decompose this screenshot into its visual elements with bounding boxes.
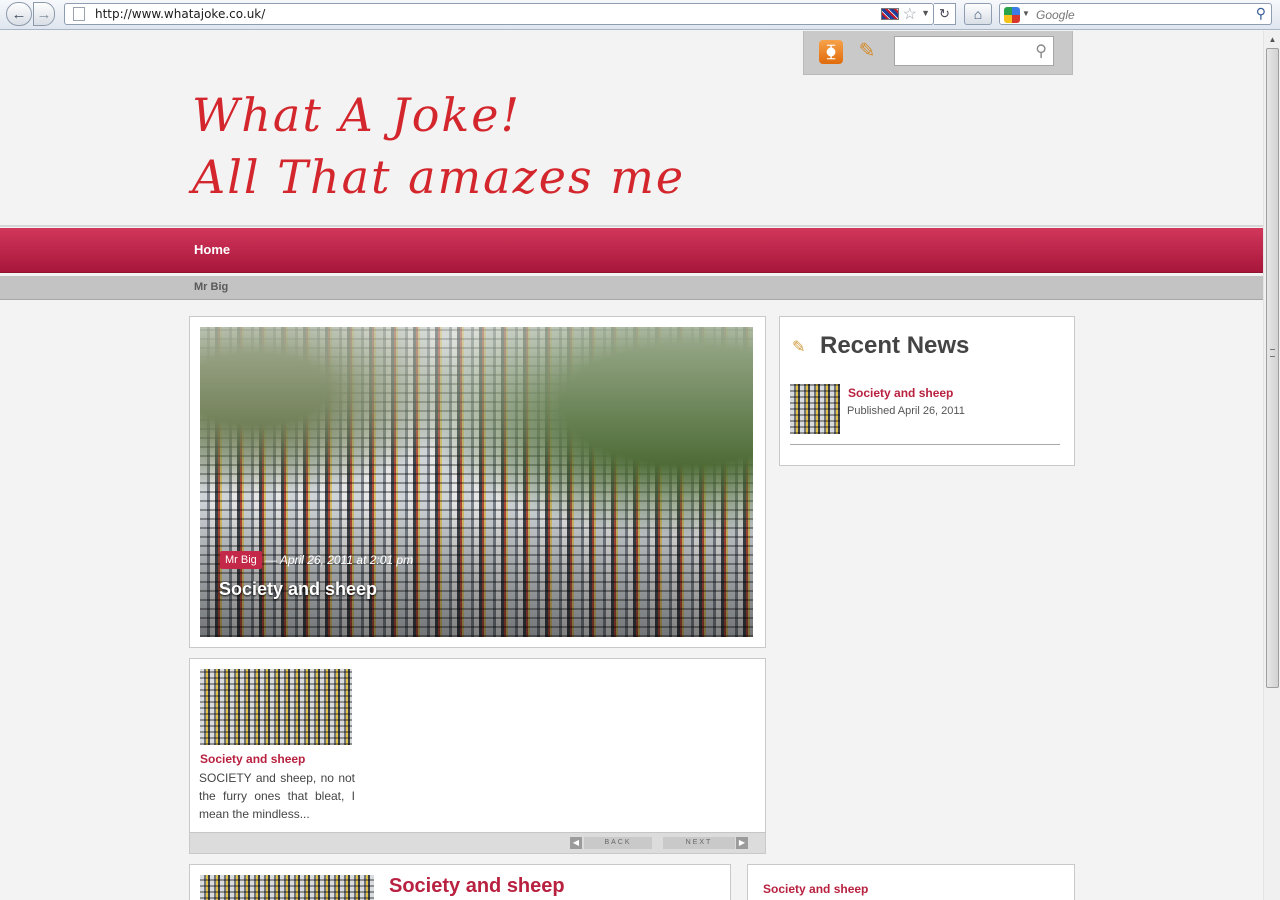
recent-post-link[interactable]: Society and sheep — [848, 386, 953, 400]
back-arrow-icon: ← — [11, 5, 27, 23]
chevron-down-icon[interactable]: ▼ — [1022, 9, 1030, 18]
forward-button[interactable]: → — [33, 2, 55, 26]
post-thumbnail[interactable] — [790, 384, 840, 434]
featured-image[interactable]: Mr Big — April 26, 2011 at 2:01 pm Socie… — [200, 327, 753, 637]
write-note-icon[interactable]: ✎ — [854, 38, 880, 64]
next-button[interactable]: NEXT — [663, 837, 735, 849]
post-thumbnail[interactable] — [200, 875, 374, 900]
featured-title[interactable]: Society and sheep — [219, 579, 377, 600]
widget-divider — [790, 444, 1060, 445]
home-icon: ⌂ — [973, 6, 983, 22]
browser-search-box[interactable]: ▼ Google ⚲ — [999, 3, 1272, 25]
chevron-right-icon[interactable]: ▶ — [736, 837, 748, 849]
site-title[interactable]: What A Joke! — [192, 88, 521, 142]
write-note-icon: ✎ — [792, 339, 806, 356]
scroll-up-icon[interactable]: ▲ — [1264, 31, 1280, 48]
post-heading[interactable]: Society and sheep — [389, 875, 565, 898]
bookmark-star-icon[interactable]: ☆ — [903, 4, 917, 24]
rss-icon[interactable]: ⧳ — [819, 40, 843, 64]
scrollbar-thumb[interactable] — [1266, 48, 1279, 688]
widget-post-link[interactable]: Society and sheep — [763, 882, 868, 896]
forward-arrow-icon: → — [36, 5, 52, 23]
post-thumbnail[interactable] — [200, 669, 352, 745]
back-button[interactable]: BACK — [584, 837, 652, 849]
recent-news-widget: ✎ Recent News Society and sheep Publishe… — [779, 316, 1075, 466]
image-haze — [200, 327, 753, 467]
address-bar[interactable]: http://www.whatajoke.co.uk/ ☆ ▼ — [64, 3, 934, 25]
featured-post: Mr Big — April 26, 2011 at 2:01 pm Socie… — [189, 316, 766, 648]
site-tagline: All That amazes me — [192, 150, 686, 204]
back-button[interactable]: ← — [6, 2, 32, 26]
chevron-down-icon[interactable]: ▼ — [921, 8, 930, 18]
browser-toolbar: ← → http://www.whatajoke.co.uk/ ☆ ▼ ↻ ⌂ … — [0, 0, 1280, 30]
page-scrollbar[interactable]: ▲ — [1263, 31, 1280, 900]
widget-title: Recent News — [820, 332, 970, 359]
nav-item-home[interactable]: Home — [194, 242, 230, 257]
reload-icon: ↻ — [939, 6, 950, 21]
home-button[interactable]: ⌂ — [964, 3, 992, 25]
sub-nav: Mr Big — [0, 276, 1263, 300]
header-tools: ⧳ ✎ ⚲ — [803, 31, 1073, 75]
post-title-link[interactable]: Society and sheep — [200, 752, 305, 766]
slider-controls: ◀ BACK NEXT ▶ — [190, 832, 765, 853]
search-icon[interactable]: ⚲ — [1035, 41, 1047, 61]
chevron-left-icon[interactable]: ◀ — [570, 837, 582, 849]
sidebar-widget: Society and sheep — [747, 864, 1075, 900]
url-text[interactable]: http://www.whatajoke.co.uk/ — [95, 7, 265, 21]
post-slider: Society and sheep SOCIETY and sheep, no … — [189, 658, 766, 854]
site-search-input[interactable]: ⚲ — [894, 36, 1054, 66]
author-tag[interactable]: Mr Big — [220, 551, 262, 569]
post-entry: Society and sheep — [189, 864, 731, 900]
main-nav: Home — [0, 228, 1263, 273]
reload-button[interactable]: ↻ — [934, 3, 956, 25]
search-icon[interactable]: ⚲ — [1256, 5, 1266, 22]
post-excerpt: SOCIETY and sheep, no not the furry ones… — [199, 771, 355, 821]
header-divider — [0, 225, 1263, 227]
page-icon — [73, 7, 85, 21]
search-placeholder[interactable]: Google — [1036, 8, 1075, 22]
post-meta: — April 26, 2011 at 2:01 pm — [265, 553, 414, 567]
recent-post-date: Published April 26, 2011 — [847, 405, 965, 417]
google-icon[interactable] — [1004, 7, 1020, 23]
nav-item-mr-big[interactable]: Mr Big — [194, 281, 228, 293]
scrollbar-grip — [1270, 349, 1275, 357]
image-shade — [200, 497, 753, 637]
uk-flag-icon[interactable] — [881, 8, 899, 20]
